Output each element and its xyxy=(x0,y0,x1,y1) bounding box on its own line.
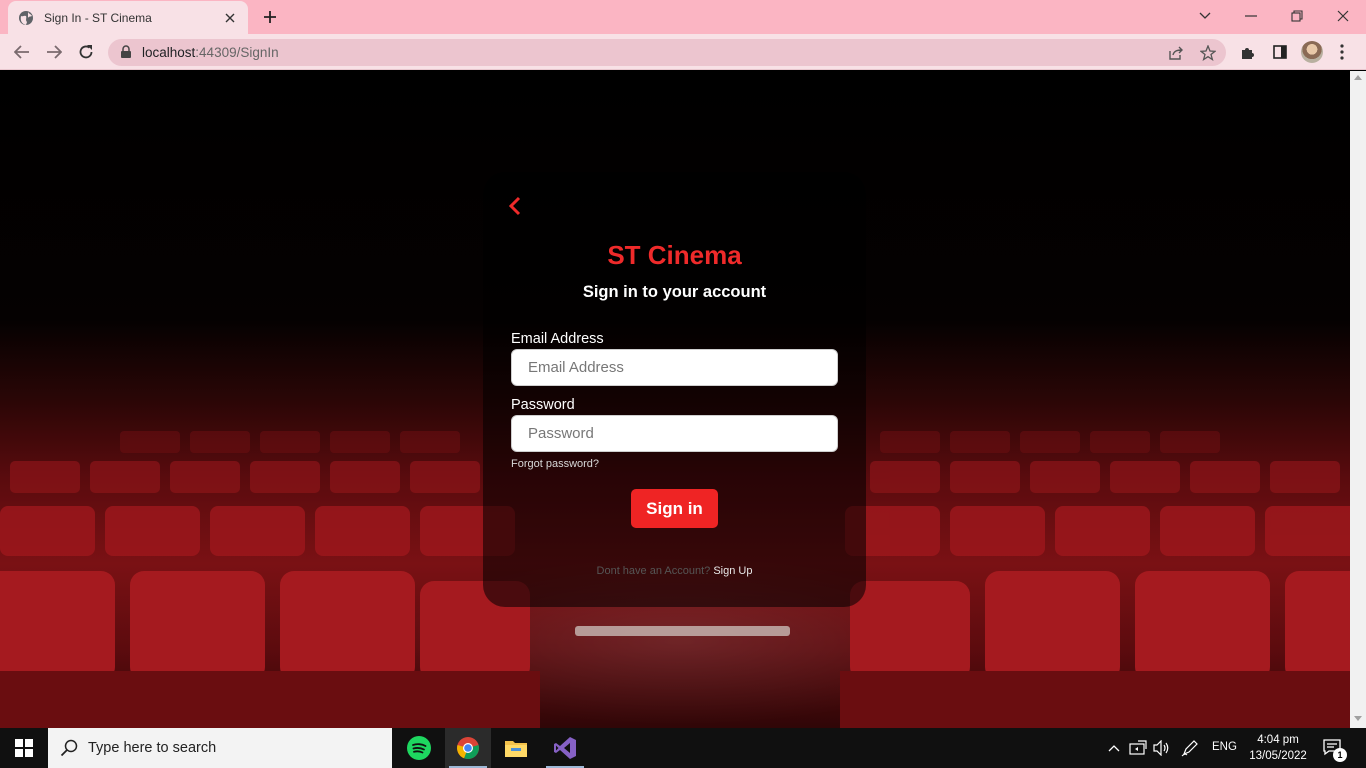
bookmark-star-icon[interactable] xyxy=(1198,43,1218,63)
address-bar[interactable]: localhost:44309/SignIn xyxy=(108,39,1226,66)
network-icon[interactable] xyxy=(1128,738,1148,758)
password-input[interactable] xyxy=(511,415,838,452)
search-placeholder: Type here to search xyxy=(88,740,217,756)
menu-kebab-icon[interactable] xyxy=(1332,42,1352,62)
tab-title: Sign In - ST Cinema xyxy=(44,10,152,25)
share-icon[interactable] xyxy=(1166,43,1186,63)
clock-time: 4:04 pm xyxy=(1257,734,1299,746)
forgot-password-link[interactable]: Forgot password? xyxy=(511,458,599,470)
profile-avatar[interactable] xyxy=(1301,41,1323,63)
new-tab-button[interactable] xyxy=(258,6,282,28)
page-scrollbar[interactable] xyxy=(1350,71,1366,728)
signup-prefix-text: Dont have an Account? xyxy=(596,565,711,577)
language-indicator[interactable]: ENG xyxy=(1212,741,1237,753)
page-subtitle: Sign in to your account xyxy=(582,283,767,301)
email-input[interactable] xyxy=(511,349,838,386)
tab-search-icon[interactable] xyxy=(1191,4,1219,28)
chrome-icon[interactable] xyxy=(445,728,491,768)
file-explorer-icon[interactable] xyxy=(493,728,539,768)
close-window-button[interactable] xyxy=(1329,4,1357,28)
side-panel-icon[interactable] xyxy=(1270,42,1290,62)
restore-button[interactable] xyxy=(1283,4,1311,28)
pen-icon[interactable] xyxy=(1180,738,1200,758)
windows-taskbar: Type here to search ENG 4:04 pm 13/05/20… xyxy=(0,728,1366,768)
password-label: Password xyxy=(511,397,575,413)
search-icon xyxy=(60,739,78,757)
extensions-icon[interactable] xyxy=(1238,42,1258,62)
taskbar-search-box[interactable]: Type here to search xyxy=(48,728,392,768)
globe-icon xyxy=(18,10,34,26)
system-clock[interactable]: 4:04 pm 13/05/2022 xyxy=(1246,732,1310,764)
close-tab-icon[interactable] xyxy=(222,10,238,26)
sign-up-link[interactable]: Sign Up xyxy=(713,565,752,577)
browser-tab[interactable]: Sign In - ST Cinema xyxy=(8,1,248,34)
visual-studio-icon[interactable] xyxy=(542,728,588,768)
scroll-down-arrow-icon[interactable] xyxy=(1354,716,1362,721)
signin-card xyxy=(483,172,866,607)
reload-icon[interactable] xyxy=(74,40,98,64)
notification-badge: 1 xyxy=(1333,748,1347,762)
minimize-button[interactable] xyxy=(1237,4,1265,28)
lock-icon[interactable] xyxy=(120,45,134,59)
email-label: Email Address xyxy=(511,331,604,347)
signup-prompt: Dont have an Account? Sign Up xyxy=(483,565,866,577)
sign-in-button[interactable]: Sign in xyxy=(631,489,718,528)
clock-date: 13/05/2022 xyxy=(1249,750,1307,762)
volume-icon[interactable] xyxy=(1152,738,1172,758)
windows-start-icon[interactable] xyxy=(0,728,48,768)
forward-icon[interactable] xyxy=(42,40,66,64)
spotify-icon[interactable] xyxy=(396,728,442,768)
browser-toolbar: localhost:44309/SignIn xyxy=(0,34,1366,70)
brand-title: ST Cinema xyxy=(607,240,742,270)
back-chevron-icon[interactable] xyxy=(504,194,526,218)
tab-strip: Sign In - ST Cinema xyxy=(0,0,1366,34)
back-icon[interactable] xyxy=(10,40,34,64)
chevron-up-icon[interactable] xyxy=(1104,738,1124,758)
url-text: localhost:44309/SignIn xyxy=(142,45,279,60)
scroll-up-arrow-icon[interactable] xyxy=(1354,75,1362,80)
